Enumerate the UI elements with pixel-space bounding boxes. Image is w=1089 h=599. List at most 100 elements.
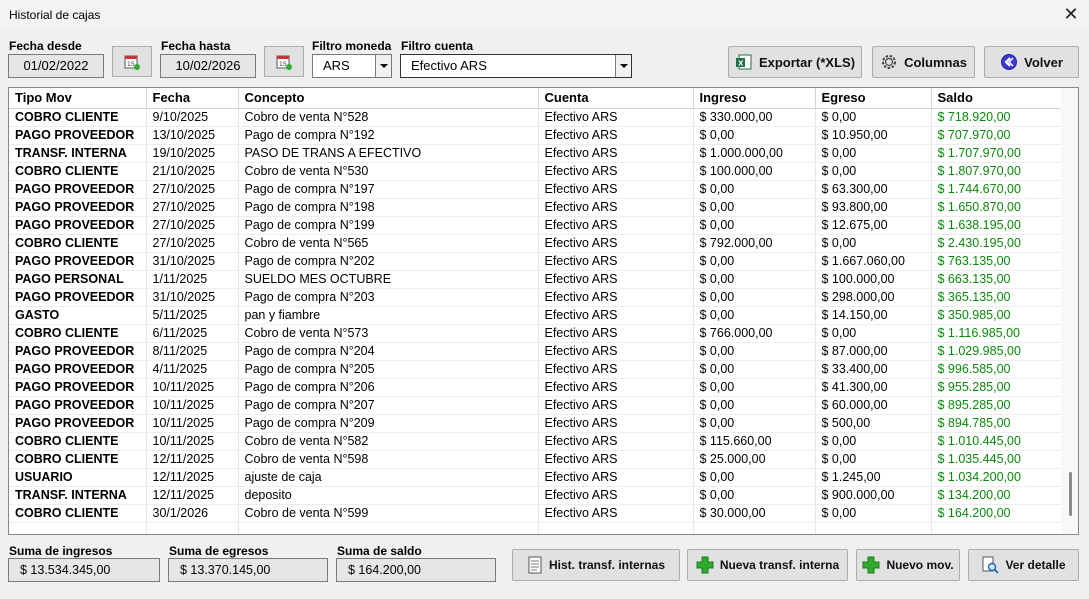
tipo-mov-cell: PAGO PROVEEDOR [9,342,147,361]
egreso-cell: $ 87.000,00 [815,342,932,361]
cuenta-cell: Efectivo ARS [538,162,694,181]
table-row[interactable]: COBRO CLIENTE 9/10/2025 Cobro de venta N°5… [9,108,1063,127]
table-row[interactable]: COBRO CLIENTE 12/11/2025 Cobro de venta N°… [9,450,1063,469]
nueva-transf-interna-button[interactable]: Nueva transf. interna [687,549,848,581]
table-row[interactable]: COBRO CLIENTE 27/10/2025 Cobro de venta N°… [9,234,1063,253]
table-row[interactable]: COBRO CLIENTE 30/1/2026 Cobro de venta N°5… [9,504,1063,523]
ingreso-cell: $ 0,00 [693,378,816,397]
saldo-cell: $ 1.010.445,00 [931,432,1063,451]
chevron-down-icon[interactable] [615,55,631,77]
table-row[interactable]: PAGO PROVEEDOR 27/10/2025 Pago de compra N… [9,198,1063,217]
tipo-mov-cell: COBRO CLIENTE [9,432,147,451]
saldo-cell: $ 1.035.445,00 [931,450,1063,469]
cuenta-cell: Efectivo ARS [538,270,694,289]
cuenta-cell: Efectivo ARS [538,198,694,217]
chevron-down-icon[interactable] [375,55,391,77]
cuenta-cell: Efectivo ARS [538,216,694,235]
concepto-cell: Cobro de venta N°582 [238,432,539,451]
column-header[interactable]: Concepto [238,88,539,109]
ingreso-cell: $ 0,00 [693,360,816,379]
column-header[interactable]: Tipo Mov [9,88,147,109]
fecha-cell: 21/10/2025 [146,162,239,181]
filtro-moneda-select[interactable]: ARS [312,54,392,78]
column-header[interactable]: Ingreso [693,88,816,109]
egreso-cell: $ 0,00 [815,108,932,127]
fecha-cell: 31/10/2025 [146,252,239,271]
table-row[interactable]: PAGO PROVEEDOR 13/10/2025 Pago de compra N… [9,126,1063,145]
cuenta-cell: Efectivo ARS [538,432,694,451]
movimientos-table[interactable]: Tipo Mov Fecha Concepto Cuenta Ingreso E… [8,87,1079,535]
cuenta-cell: Efectivo ARS [538,504,694,523]
volver-label: Volver [1024,54,1063,70]
concepto-cell: Pago de compra N°204 [238,342,539,361]
table-row[interactable]: TRANSF. INTERNA 19/10/2025 PASO DE TRANS A… [9,144,1063,163]
table-row[interactable]: TRANSF. INTERNA 12/11/2025 deposito Efectiv… [9,486,1063,505]
table-row[interactable]: USUARIO 12/11/2025 ajuste de caja Efectivo … [9,468,1063,487]
ingreso-cell: $ 1.000.000,00 [693,144,816,163]
filtro-cuenta-select[interactable]: Efectivo ARS [400,54,632,78]
empty-cell [238,522,539,534]
exportar-button[interactable]: X Exportar (*XLS) [728,46,862,78]
close-icon[interactable]: ✕ [1059,3,1083,27]
filtro-moneda-value: ARS [323,58,350,73]
fecha-cell: 5/11/2025 [146,306,239,325]
table-row[interactable]: PAGO PROVEEDOR 10/11/2025 Pago de compra N… [9,378,1063,397]
concepto-cell: Pago de compra N°202 [238,252,539,271]
concepto-cell: Pago de compra N°206 [238,378,539,397]
volver-button[interactable]: Volver [984,46,1079,78]
concepto-cell: deposito [238,486,539,505]
ver-detalle-button[interactable]: Ver detalle [968,549,1079,581]
fecha-hasta-calendar-button[interactable]: 15 [264,46,304,77]
hist-transf-internas-button[interactable]: Hist. transf. internas [512,549,680,581]
table-row[interactable]: PAGO PROVEEDOR 31/10/2025 Pago de compra N… [9,252,1063,271]
tipo-mov-cell: TRANSF. INTERNA [9,144,147,163]
fecha-cell: 30/1/2026 [146,504,239,523]
table-row[interactable]: COBRO CLIENTE 6/11/2025 Cobro de venta N°5… [9,324,1063,343]
saldo-cell: $ 1.116.985,00 [931,324,1063,343]
plus-icon [862,556,880,574]
filtro-moneda-label: Filtro moneda [312,39,392,53]
table-row[interactable]: PAGO PROVEEDOR 27/10/2025 Pago de compra N… [9,216,1063,235]
scrollbar-thumb[interactable] [1069,472,1072,516]
table-row[interactable]: PAGO PROVEEDOR 8/11/2025 Pago de compra N°… [9,342,1063,361]
columnas-button[interactable]: Columnas [872,46,975,78]
nuevo-mov-button[interactable]: Nuevo mov. [856,549,960,581]
column-header[interactable]: Saldo [931,88,1063,109]
ingreso-cell: $ 0,00 [693,342,816,361]
saldo-cell: $ 707.970,00 [931,126,1063,145]
table-row[interactable]: COBRO CLIENTE 10/11/2025 Cobro de venta N°… [9,432,1063,451]
fecha-hasta-field[interactable]: 10/02/2026 [160,54,256,78]
table-row[interactable]: GASTO 5/11/2025 pan y fiambre Efectivo ARS $… [9,306,1063,325]
window-title: Historial de cajas [9,8,101,22]
egreso-cell: $ 0,00 [815,432,932,451]
table-row[interactable]: PAGO PROVEEDOR 31/10/2025 Pago de compra N… [9,288,1063,307]
table-row[interactable]: COBRO CLIENTE 21/10/2025 Cobro de venta N°… [9,162,1063,181]
table-row[interactable]: PAGO PROVEEDOR 4/11/2025 Pago de compra N°… [9,360,1063,379]
cuenta-cell: Efectivo ARS [538,252,694,271]
fecha-cell: 10/11/2025 [146,432,239,451]
fecha-cell: 10/11/2025 [146,378,239,397]
tipo-mov-cell: COBRO CLIENTE [9,504,147,523]
table-row[interactable]: PAGO PERSONAL 1/11/2025 SUELDO MES OCTUBRE… [9,270,1063,289]
column-header[interactable]: Cuenta [538,88,694,109]
tipo-mov-cell: PAGO PROVEEDOR [9,360,147,379]
table-row[interactable]: PAGO PROVEEDOR 10/11/2025 Pago de compra N… [9,414,1063,433]
ingreso-cell: $ 30.000,00 [693,504,816,523]
empty-cell [693,522,816,534]
concepto-cell: pan y fiambre [238,306,539,325]
table-row[interactable]: PAGO PROVEEDOR 27/10/2025 Pago de compra N… [9,180,1063,199]
column-header[interactable]: Egreso [815,88,932,109]
fecha-desde-calendar-button[interactable]: 15 [112,46,152,77]
fecha-desde-field[interactable]: 01/02/2022 [8,54,104,78]
empty-cell [146,522,239,534]
ingreso-cell: $ 0,00 [693,486,816,505]
tipo-mov-cell: PAGO PROVEEDOR [9,288,147,307]
empty-row [9,522,1063,534]
ingreso-cell: $ 766.000,00 [693,324,816,343]
table-row[interactable]: PAGO PROVEEDOR 10/11/2025 Pago de compra N… [9,396,1063,415]
plus-icon [696,556,714,574]
egreso-cell: $ 33.400,00 [815,360,932,379]
concepto-cell: Pago de compra N°192 [238,126,539,145]
column-header[interactable]: Fecha [146,88,239,109]
vertical-scrollbar[interactable] [1061,88,1078,534]
